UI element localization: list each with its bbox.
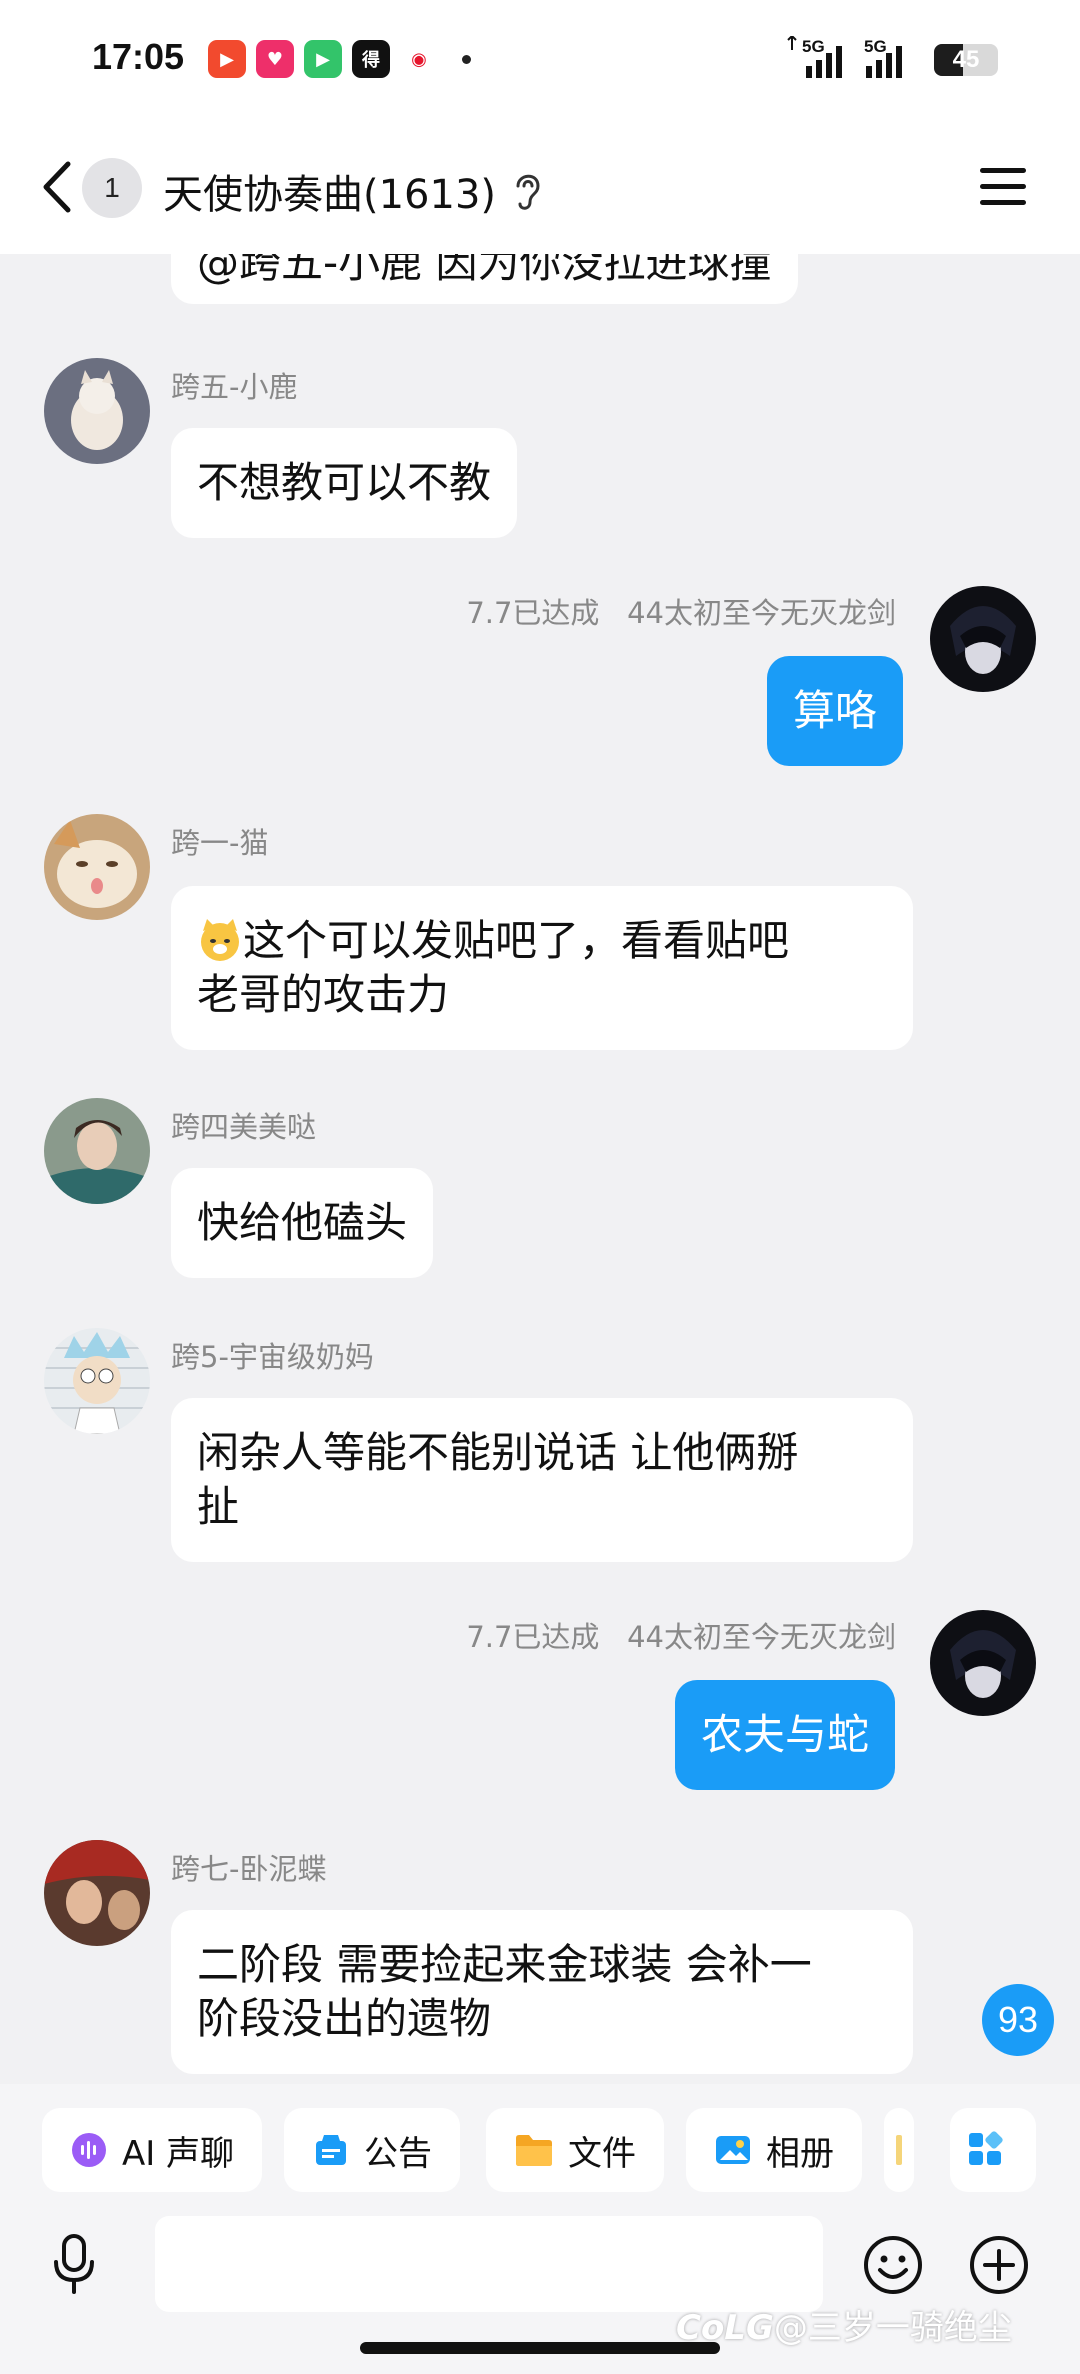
sender-name: 跨四美美哒	[171, 1110, 317, 1144]
more-notifications-icon	[462, 55, 471, 64]
files-button[interactable]: 文件	[486, 2108, 664, 2192]
status-bar: 17:05 ▶ ♥ ▶ 得 ◉ 5G 5G 45	[0, 0, 1080, 120]
sender-name-mine: 7.7已达成 44太初至今无灭龙剑	[466, 1620, 896, 1654]
my-avatar[interactable]	[930, 586, 1036, 692]
album-button[interactable]: 相册	[686, 2108, 862, 2192]
avatar[interactable]	[44, 1840, 150, 1946]
announcement-button[interactable]: 公告	[284, 2108, 460, 2192]
message-bubble[interactable]: 二阶段 需要捡起来金球装 会补一 阶段没出的遗物	[171, 1910, 913, 2074]
microphone-icon[interactable]	[48, 2232, 100, 2296]
video-app-icon: ▶	[208, 40, 246, 78]
message-bubble[interactable]: 闲杂人等能不能别说话 让他俩掰扯	[171, 1398, 913, 1562]
signal-5g-icon: 5G	[787, 36, 842, 78]
ear-icon[interactable]	[510, 168, 544, 212]
sender-name: 跨一-猫	[171, 826, 269, 860]
svg-text:5G: 5G	[864, 37, 887, 56]
svg-text:5G: 5G	[802, 37, 825, 56]
ai-voice-icon	[72, 2133, 106, 2167]
shopping-app-icon: ♥	[256, 40, 294, 78]
album-icon	[716, 2136, 750, 2164]
message-input[interactable]	[155, 2216, 823, 2312]
sender-name: 跨五-小鹿	[171, 370, 298, 404]
cat-emoji-icon	[201, 919, 239, 961]
group-title[interactable]: 天使协奏曲(1613)	[163, 162, 496, 220]
battery-icon: 45	[934, 44, 998, 76]
message-bubble[interactable]: 不想教可以不教	[171, 428, 518, 538]
watermark: CoLG@三岁一骑绝尘	[676, 2308, 1012, 2348]
my-message-bubble[interactable]: 农夫与蛇	[675, 1680, 896, 1790]
message-bubble[interactable]: 这个可以发贴吧了，看看贴吧 老哥的攻击力	[171, 886, 913, 1050]
folder-icon	[516, 2135, 552, 2166]
news-app-icon: 得	[352, 40, 390, 78]
status-time: 17:05	[92, 36, 185, 77]
more-chip-partial[interactable]	[884, 2108, 914, 2192]
new-messages-badge[interactable]: 93	[982, 1984, 1054, 2056]
avatar[interactable]	[44, 814, 150, 920]
announcement-icon	[316, 2135, 346, 2165]
sender-name: 跨5-宇宙级奶妈	[171, 1340, 374, 1374]
add-icon[interactable]	[968, 2234, 1030, 2296]
avatar[interactable]	[44, 1328, 150, 1434]
apps-grid-icon	[969, 2131, 1003, 2165]
my-avatar[interactable]	[930, 1610, 1036, 1716]
apps-button[interactable]	[950, 2108, 1036, 2192]
signal-5g-icon-2: 5G	[864, 37, 902, 78]
sender-name: 跨七-卧泥蝶	[171, 1852, 327, 1886]
unread-count-badge[interactable]: 1	[82, 158, 142, 218]
chat-header: 1 天使协奏曲(1613)	[0, 120, 1080, 254]
battery-level: 45	[952, 46, 980, 73]
emoji-icon[interactable]	[862, 2234, 924, 2296]
player-app-icon: ▶	[304, 40, 342, 78]
avatar[interactable]	[44, 1098, 150, 1204]
avatar[interactable]	[44, 358, 150, 464]
chat-messages[interactable]: @跨五-小鹿 因为你没拉进球撞 跨五-小鹿 不想教可以不教 7.7已达成 44太…	[0, 254, 1080, 2084]
menu-icon[interactable]	[980, 164, 1028, 210]
home-indicator[interactable]	[360, 2342, 720, 2354]
weibo-icon: ◉	[400, 40, 438, 78]
message-bubble[interactable]: 快给他磕头	[171, 1168, 434, 1278]
ai-voice-chat-button[interactable]: AI 声聊	[42, 2108, 263, 2192]
message-bubble[interactable]: @跨五-小鹿 因为你没拉进球撞	[171, 254, 798, 304]
sender-name-mine: 7.7已达成 44太初至今无灭龙剑	[466, 596, 896, 630]
back-icon[interactable]	[36, 158, 80, 216]
my-message-bubble[interactable]: 算咯	[767, 656, 904, 766]
